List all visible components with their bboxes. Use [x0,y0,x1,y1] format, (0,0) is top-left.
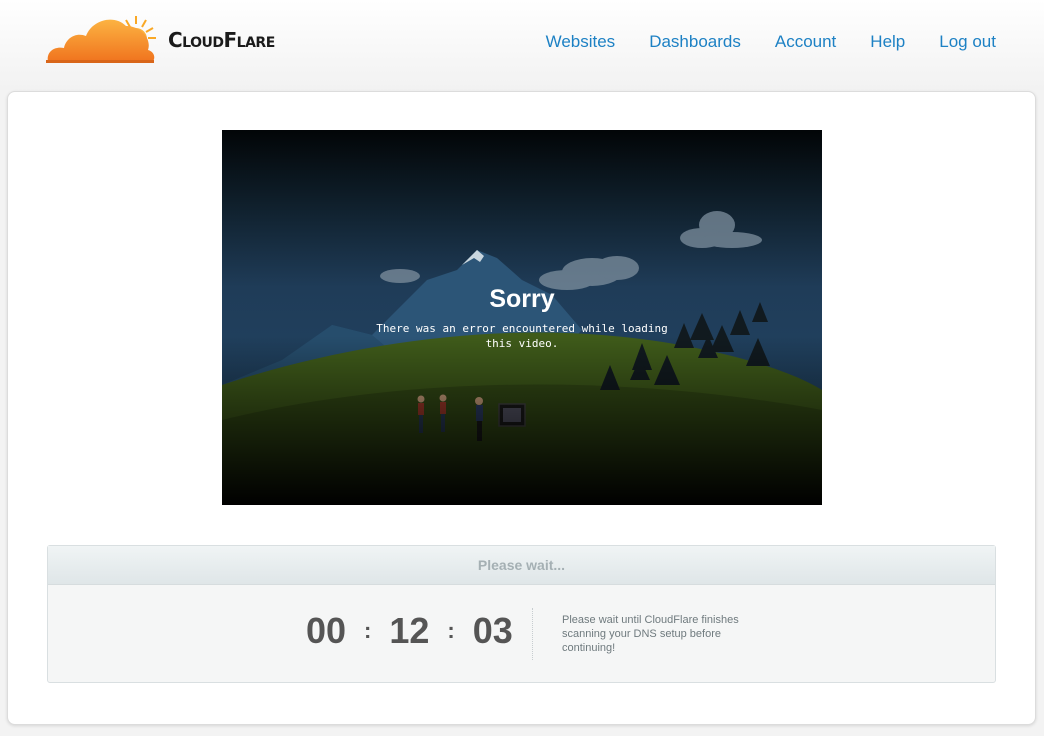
timer-minutes: 12 [389,610,430,651]
wait-panel-header: Please wait... [48,546,995,585]
cloud-sun-logo-icon [46,16,156,63]
timer-hours: 00 [306,610,347,651]
cloudflare-logo[interactable]: CloudFlare [44,10,354,68]
main-card: Sorry There was an error encountered whi… [7,91,1036,725]
nav-dashboards[interactable]: Dashboards [649,32,741,52]
nav-account[interactable]: Account [775,32,836,52]
brand-name: CloudFlare [168,28,275,52]
wait-panel: Please wait... 00 : 12 : 03 Please wait … [47,545,996,683]
main-nav: Websites Dashboards Account Help Log out [546,32,996,52]
timer-seconds: 03 [472,610,513,651]
nav-help[interactable]: Help [870,32,905,52]
video-error-message: There was an error encountered while loa… [376,322,668,350]
nav-websites[interactable]: Websites [546,32,616,52]
timer-separator: : [364,618,372,643]
nav-log-out[interactable]: Log out [939,32,996,52]
divider [532,608,533,660]
timer-separator: : [447,618,455,643]
countdown-timer: 00 : 12 : 03 [306,610,513,652]
video-error-scene [222,130,822,505]
video-error-title: Sorry [489,285,555,313]
wait-message: Please wait until CloudFlare finishes sc… [562,614,739,654]
video-player[interactable]: Sorry There was an error encountered whi… [222,130,822,505]
site-header: CloudFlare Websites Dashboards Account H… [0,0,1044,90]
